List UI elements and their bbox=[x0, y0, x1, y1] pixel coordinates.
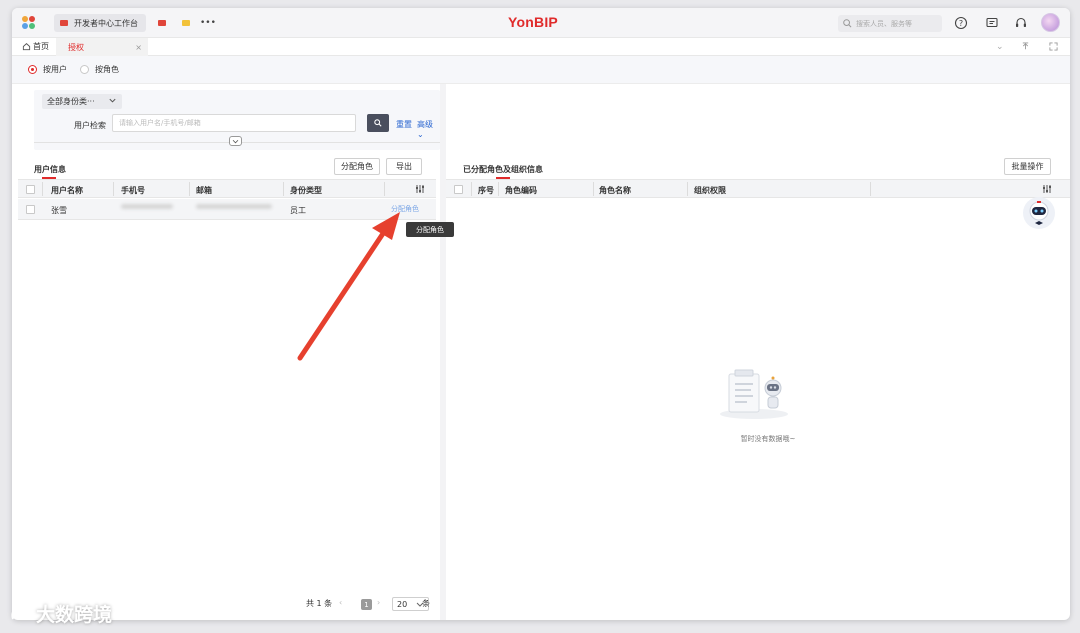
watermark-logo-icon bbox=[11, 605, 29, 619]
annotation-arrow bbox=[297, 212, 400, 361]
watermark-text: 大数跨境 bbox=[36, 604, 113, 626]
watermark: 大数跨境 bbox=[10, 600, 112, 627]
